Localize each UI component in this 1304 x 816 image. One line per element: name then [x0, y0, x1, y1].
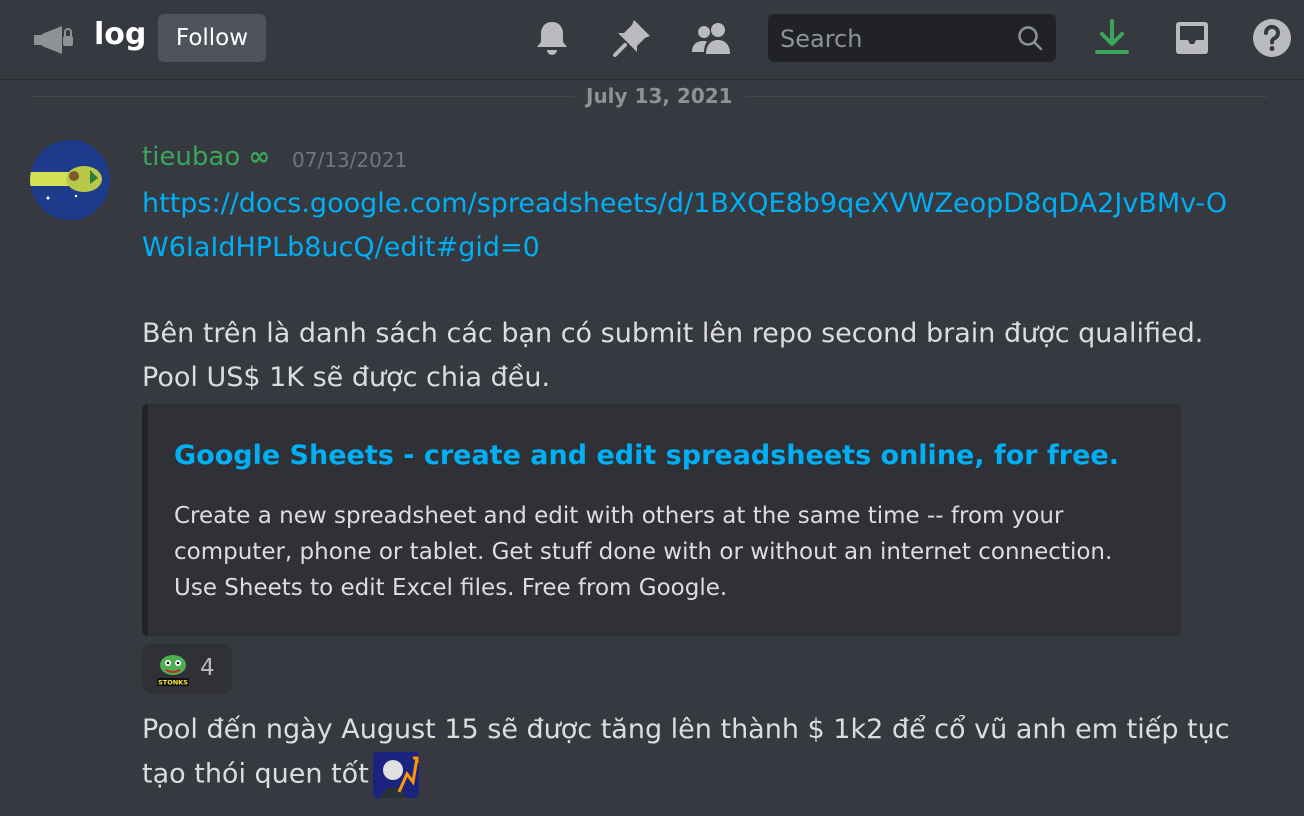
search-input[interactable] [768, 14, 1022, 64]
search-bar[interactable] [768, 14, 1056, 64]
emoji-caption: STONKS [158, 679, 188, 687]
help-icon[interactable] [1250, 16, 1294, 60]
inbox-icon[interactable] [1170, 16, 1214, 60]
bell-icon[interactable] [530, 16, 574, 60]
pin-icon[interactable] [610, 16, 654, 60]
search-icon[interactable] [1016, 24, 1044, 52]
message-text: Bên trên là danh sách các bạn có submit … [142, 318, 1204, 393]
message-timestamp: 07/13/2021 [292, 148, 408, 172]
download-icon[interactable] [1090, 16, 1134, 60]
link-embed: Google Sheets - create and edit spreadsh… [142, 404, 1182, 636]
message-link[interactable]: https://docs.google.com/spreadsheets/d/1… [142, 182, 1242, 270]
reaction-button[interactable]: STONKS 4 [142, 644, 232, 694]
author-name[interactable]: tieubao [142, 142, 240, 172]
follow-button[interactable]: Follow [158, 14, 266, 62]
date-divider-label: July 13, 2021 [574, 84, 745, 108]
embed-description: Create a new spreadsheet and edit with o… [174, 503, 1113, 601]
stonks-pepe-emoji: STONKS [154, 650, 192, 688]
avatar[interactable] [30, 140, 110, 220]
author-badge: ∞ [248, 142, 271, 172]
members-icon[interactable] [690, 16, 734, 60]
message-author[interactable]: tieubao ∞ [142, 142, 270, 172]
reaction-count: 4 [200, 655, 215, 681]
announcement-channel-icon [32, 22, 78, 56]
message-text: Pool đến ngày August 15 sẽ được tăng lên… [142, 708, 1242, 798]
channel-header: log Follow [0, 0, 1304, 80]
message-text-content: Pool đến ngày August 15 sẽ được tăng lên… [142, 714, 1230, 790]
channel-name: log [94, 17, 147, 52]
embed-title[interactable]: Google Sheets - create and edit spreadsh… [174, 440, 1119, 471]
stonks-man-emoji [372, 752, 419, 798]
